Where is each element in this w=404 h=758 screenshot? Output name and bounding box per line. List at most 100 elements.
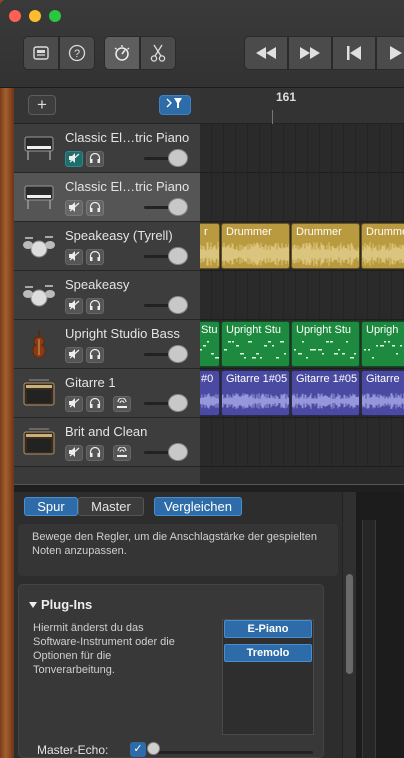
midi-region[interactable]: Upright Stu: [221, 321, 290, 367]
rewind-button[interactable]: [244, 36, 288, 70]
track-lane[interactable]: #0 Gitarre 1#05 Gitarre 1#05 Gitarre: [200, 369, 404, 418]
master-echo-slider-knob[interactable]: [147, 742, 160, 755]
track-lane[interactable]: Stu Upright Stu Upright Stu Uprigh: [200, 320, 404, 369]
region-filter-button[interactable]: [159, 95, 191, 115]
wood-side-panel: [0, 88, 14, 758]
mute-button[interactable]: [65, 151, 83, 167]
audio-region[interactable]: Gitarre: [361, 370, 404, 416]
compare-button[interactable]: Vergleichen: [154, 497, 242, 516]
master-echo-checkbox[interactable]: ✓: [130, 742, 146, 757]
scrollbar-thumb[interactable]: [346, 574, 353, 674]
piano-icon: [22, 133, 56, 163]
smart-controls-scrollbar[interactable]: [342, 492, 356, 758]
volume-knob[interactable]: [168, 296, 188, 314]
track-lane[interactable]: [200, 173, 404, 222]
headphones-button[interactable]: [86, 151, 104, 167]
mute-icon: [68, 346, 80, 364]
headphones-button[interactable]: [86, 249, 104, 265]
tracks-area[interactable]: r Drummer Drummer Drummer Stu Upright St…: [200, 124, 404, 484]
track-header[interactable]: Brit and Clean: [14, 418, 200, 467]
volume-knob[interactable]: [168, 394, 188, 412]
track-volume-slider[interactable]: [144, 149, 188, 167]
track-name[interactable]: Brit and Clean: [65, 424, 147, 439]
midi-region[interactable]: Stu: [200, 321, 220, 367]
audio-region[interactable]: Gitarre 1#05: [291, 370, 360, 416]
mute-button[interactable]: [65, 200, 83, 216]
drummer-region[interactable]: Drummer: [221, 223, 290, 269]
mute-button[interactable]: [65, 445, 83, 461]
audio-region[interactable]: #0: [200, 370, 220, 416]
headphones-button[interactable]: [86, 445, 104, 461]
track-name[interactable]: Classic El…tric Piano: [65, 130, 189, 145]
track-header[interactable]: Classic El…tric Piano: [14, 124, 200, 173]
timeline-ruler[interactable]: 161: [200, 88, 404, 124]
track-header-toolbar: +: [14, 88, 200, 124]
mute-icon: [68, 297, 80, 315]
mute-button[interactable]: [65, 347, 83, 363]
audio-region[interactable]: Gitarre 1#05: [221, 370, 290, 416]
drummer-region[interactable]: Drummer: [361, 223, 404, 269]
drummer-region[interactable]: r: [200, 223, 220, 269]
track-name[interactable]: Speakeasy: [65, 277, 129, 292]
track-volume-slider[interactable]: [144, 443, 188, 461]
input-monitoring-button[interactable]: [113, 445, 131, 461]
drummer-region[interactable]: Drummer: [291, 223, 360, 269]
add-track-button[interactable]: +: [28, 95, 56, 115]
track-volume-slider[interactable]: [144, 394, 188, 412]
fast-forward-button[interactable]: [288, 36, 332, 70]
go-to-start-button[interactable]: [332, 36, 376, 70]
headphones-button[interactable]: [86, 200, 104, 216]
track-header[interactable]: Speakeasy: [14, 271, 200, 320]
plugin-slot-tremolo[interactable]: Tremolo: [224, 644, 312, 662]
rewind-icon: [255, 47, 277, 59]
tab-master[interactable]: Master: [78, 497, 144, 516]
track-volume-slider[interactable]: [144, 345, 188, 363]
volume-knob[interactable]: [168, 198, 188, 216]
volume-knob[interactable]: [168, 247, 188, 265]
track-name[interactable]: Classic El…tric Piano: [65, 179, 189, 194]
track-lane[interactable]: [200, 418, 404, 467]
headphones-button[interactable]: [86, 396, 104, 412]
plugins-title[interactable]: Plug-Ins: [41, 597, 92, 612]
plugin-slot-e-piano[interactable]: E-Piano: [224, 620, 312, 638]
track-volume-slider[interactable]: [144, 247, 188, 265]
editors-button[interactable]: [140, 36, 176, 70]
help-button[interactable]: ?: [59, 36, 95, 70]
headphones-button[interactable]: [86, 347, 104, 363]
pane-divider[interactable]: [14, 484, 404, 492]
plugins-section: Plug-Ins Hiermit änderst du das Software…: [18, 584, 324, 758]
track-name[interactable]: Gitarre 1: [65, 375, 116, 390]
master-echo-slider[interactable]: [153, 751, 313, 754]
track-name[interactable]: Speakeasy (Tyrell): [65, 228, 173, 243]
track-volume-slider[interactable]: [144, 296, 188, 314]
input-monitoring-button[interactable]: [113, 396, 131, 412]
midi-region[interactable]: Upright Stu: [291, 321, 360, 367]
waveform: [292, 242, 359, 266]
mute-button[interactable]: [65, 396, 83, 412]
play-button[interactable]: [376, 36, 404, 70]
library-button[interactable]: [23, 36, 59, 70]
mute-button[interactable]: [65, 249, 83, 265]
track-lane[interactable]: [200, 124, 404, 173]
track-name[interactable]: Upright Studio Bass: [65, 326, 180, 341]
disclosure-triangle-icon[interactable]: [29, 602, 37, 608]
track-volume-slider[interactable]: [144, 198, 188, 216]
smart-controls-button[interactable]: [104, 36, 140, 70]
volume-knob[interactable]: [168, 149, 188, 167]
volume-knob[interactable]: [168, 443, 188, 461]
headphones-button[interactable]: [86, 298, 104, 314]
tab-track[interactable]: Spur: [24, 497, 78, 516]
mute-button[interactable]: [65, 298, 83, 314]
close-window-button[interactable]: [9, 10, 21, 22]
volume-knob[interactable]: [168, 345, 188, 363]
midi-region[interactable]: Uprigh: [361, 321, 404, 367]
zoom-window-button[interactable]: [49, 10, 61, 22]
track-header[interactable]: Classic El…tric Piano: [14, 173, 200, 222]
track-lane[interactable]: r Drummer Drummer Drummer: [200, 222, 404, 271]
track-header[interactable]: Speakeasy (Tyrell): [14, 222, 200, 271]
track-lane[interactable]: [200, 271, 404, 320]
minimize-window-button[interactable]: [29, 10, 41, 22]
editor-area: [356, 492, 404, 758]
track-header[interactable]: Upright Studio Bass: [14, 320, 200, 369]
track-header[interactable]: Gitarre 1: [14, 369, 200, 418]
